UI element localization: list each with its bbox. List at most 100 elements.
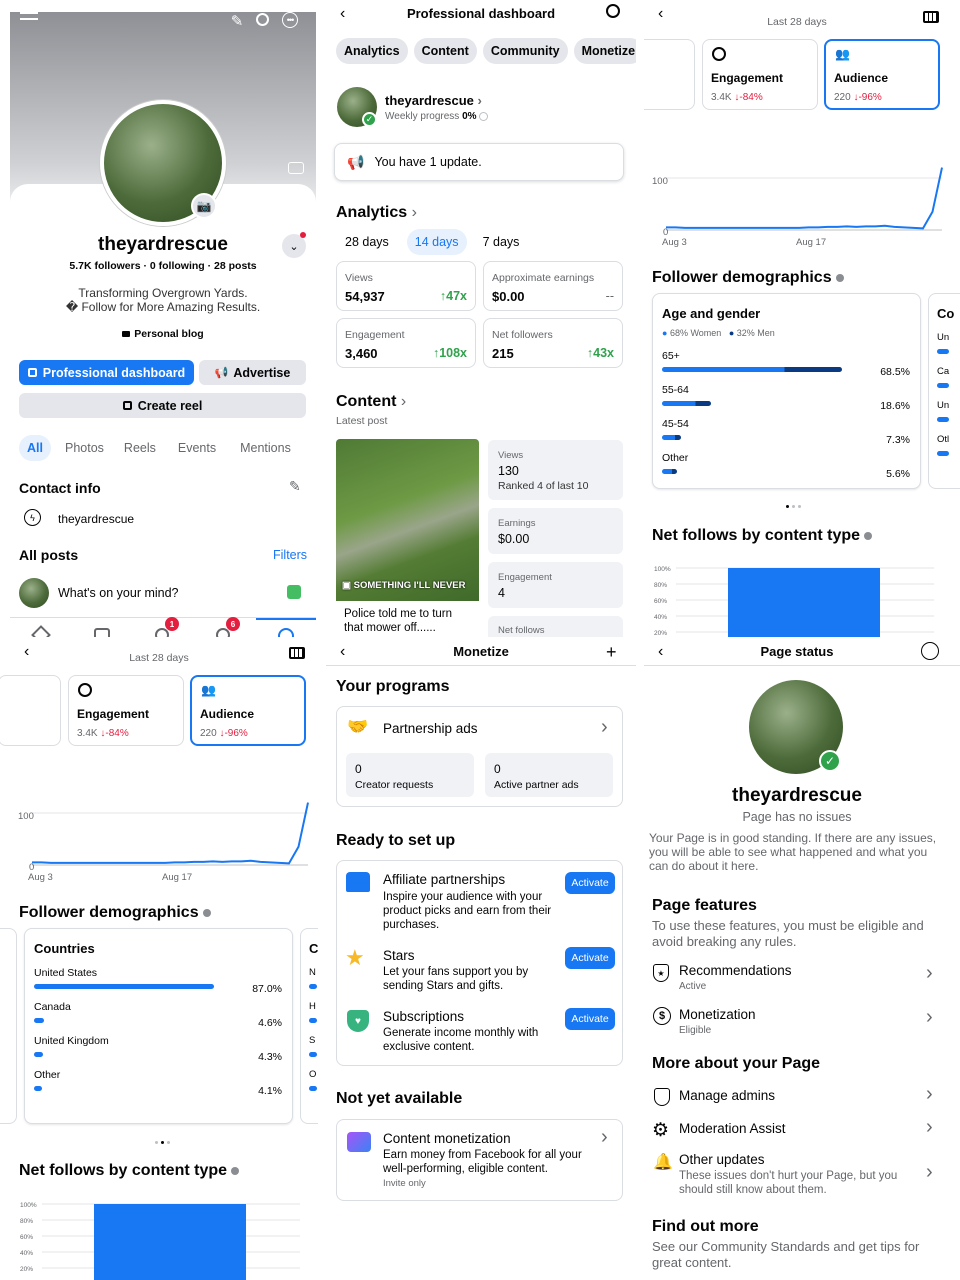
netfollows-bar-chart: 100% 80% 60% 40% 20% — [654, 566, 934, 637]
countries-card: Countries United States 87.0% Canada 4.6% Un… — [24, 928, 293, 1124]
latest-post-label: Latest post — [336, 415, 388, 427]
photo-icon[interactable] — [287, 585, 301, 599]
content-title[interactable]: Content › — [336, 393, 406, 411]
tab-community[interactable]: Community — [482, 38, 568, 64]
audience-series-line — [666, 167, 943, 230]
search-icon[interactable] — [256, 13, 269, 26]
activate-subscriptions-button[interactable]: Activate — [565, 1008, 615, 1030]
tab-all[interactable]: All — [19, 435, 51, 461]
chevron-right-icon[interactable]: › — [926, 1083, 933, 1106]
engagement-card[interactable]: Engagement 3.4K ↓-84% — [68, 675, 184, 746]
other-updates-row[interactable]: Other updates — [679, 1152, 765, 1167]
update-card[interactable]: 📢 You have 1 update. — [334, 143, 624, 181]
tab-reels[interactable]: Reels — [124, 441, 156, 455]
y-tick-label: 40% — [20, 1250, 33, 1257]
chevron-right-icon[interactable]: › — [601, 1126, 608, 1149]
x-tick-aug17: Aug 17 — [796, 237, 827, 248]
audience-card[interactable]: 👥 Audience 220 ↓-96% — [824, 39, 940, 110]
demographic-label: 45-54 — [662, 418, 689, 430]
chevron-right-icon: › — [411, 204, 417, 221]
chevron-right-icon: › — [477, 93, 482, 108]
insights-age-panel: ‹ Last 28 days Engagement 3.4K ↓-84% 👥 A… — [644, 0, 960, 637]
metric-earnings[interactable]: Approximate earnings $0.00 -- — [483, 261, 623, 311]
info-icon[interactable] — [231, 1166, 240, 1175]
post-thumbnail[interactable]: ▣ SOMETHING I'LL NEVER — [336, 439, 479, 601]
manage-admins-row[interactable]: Manage admins — [679, 1088, 775, 1103]
delta-up: ↑47x — [439, 289, 467, 303]
demographic-label: Canada — [34, 1001, 71, 1013]
composer-input[interactable]: What's on your mind? — [58, 586, 179, 600]
engagement-card[interactable]: Engagement 3.4K ↓-84% — [702, 39, 818, 110]
monetization-row[interactable]: Monetization — [679, 1007, 756, 1022]
audience-card[interactable]: 👥 Audience 220 ↓-96% — [190, 675, 306, 746]
briefcase-icon — [122, 331, 131, 337]
chevron-right-icon[interactable]: › — [926, 1116, 933, 1139]
metric-views[interactable]: Views 54,937 ↑47x — [336, 261, 476, 311]
chevron-right-icon[interactable]: › — [926, 1006, 933, 1029]
tab-photos[interactable]: Photos — [65, 441, 104, 455]
age-title: Age and gender — [662, 306, 761, 321]
content-monetization-card[interactable]: Content monetization Earn money from Fac… — [336, 1119, 623, 1201]
create-reel-button[interactable]: Create reel — [19, 393, 306, 418]
range-28-days[interactable]: 28 days — [345, 235, 389, 249]
analytics-title[interactable]: Analytics › — [336, 204, 417, 222]
engagement-icon — [712, 47, 726, 61]
post-stat-engagement: Engagement 4 — [488, 562, 623, 608]
activate-stars-button[interactable]: Activate — [565, 947, 615, 969]
page-name[interactable]: theyardrescue › — [385, 93, 482, 108]
cover-camera-icon[interactable] — [288, 162, 304, 174]
chevron-right-icon[interactable]: › — [926, 1161, 933, 1184]
more-icon[interactable]: ••• — [282, 12, 298, 28]
audience-line-chart — [665, 167, 943, 231]
info-icon[interactable] — [864, 531, 873, 540]
tab-content[interactable]: Content — [413, 38, 477, 64]
professional-dashboard-button[interactable]: Professional dashboard — [19, 360, 194, 385]
demographic-value: 4.1% — [258, 1085, 282, 1097]
menu-icon[interactable] — [20, 12, 38, 20]
reel-icon — [122, 401, 132, 410]
profile-switch-icon[interactable] — [921, 642, 939, 660]
messenger-handle[interactable]: theyardrescue — [58, 512, 134, 526]
demographic-label: United Kingdom — [34, 1035, 109, 1047]
tab-events[interactable]: Events — [178, 441, 216, 455]
post-caption[interactable]: Police told me to turn that mower off...… — [344, 607, 474, 635]
home-icon[interactable] — [31, 625, 51, 637]
notification-dot — [300, 232, 306, 238]
partnership-ads-link[interactable]: Partnership ads — [383, 721, 478, 736]
tab-monetize[interactable]: Monetize — [573, 38, 636, 64]
metric-net-followers[interactable]: Net followers 215 ↑43x — [483, 318, 623, 368]
add-icon[interactable]: + — [606, 642, 617, 663]
calendar-icon[interactable] — [923, 11, 939, 23]
metric-engagement[interactable]: Engagement 3,460 ↑108x — [336, 318, 476, 368]
tab-mentions[interactable]: Mentions — [240, 441, 291, 455]
chart-b-marks: 100% 80% 60% 40% 20% — [654, 566, 934, 637]
chevron-right-icon[interactable]: › — [926, 962, 933, 985]
chevron-right-icon[interactable]: › — [601, 716, 608, 739]
moderation-assist-row[interactable]: Moderation Assist — [679, 1121, 786, 1136]
info-icon[interactable] — [203, 908, 212, 917]
video-icon[interactable] — [94, 628, 110, 637]
metric-card-partial[interactable] — [644, 39, 695, 110]
edit-icon[interactable]: ✎ — [228, 12, 246, 30]
info-icon[interactable] — [836, 273, 845, 282]
advertise-button[interactable]: 📢 Advertise — [199, 360, 306, 385]
edit-contact-icon[interactable]: ✎ — [289, 478, 301, 495]
active-ads-box[interactable]: 0 Active partner ads — [485, 753, 613, 797]
y-tick-label: 80% — [20, 1218, 33, 1225]
metric-card-partial[interactable] — [0, 675, 61, 746]
profile-nav-icon[interactable] — [278, 628, 294, 637]
creator-requests-box[interactable]: 0 Creator requests — [346, 753, 474, 797]
demographic-bar — [662, 367, 842, 372]
dashboard-icon — [27, 368, 37, 377]
range-7-days[interactable]: 7 days — [483, 235, 520, 249]
filters-link[interactable]: Filters — [273, 548, 307, 562]
search-icon[interactable] — [606, 4, 620, 18]
tab-analytics[interactable]: Analytics — [336, 38, 408, 64]
calendar-icon[interactable] — [289, 647, 305, 659]
demographic-label: United States — [34, 967, 98, 979]
range-14-days[interactable]: 14 days — [406, 229, 467, 255]
recommendations-row[interactable]: Recommendations — [679, 963, 792, 978]
programs-title: Your programs — [336, 678, 450, 695]
activate-affiliate-button[interactable]: Activate — [565, 872, 615, 894]
avatar-camera-icon[interactable]: 📷 — [191, 193, 217, 219]
